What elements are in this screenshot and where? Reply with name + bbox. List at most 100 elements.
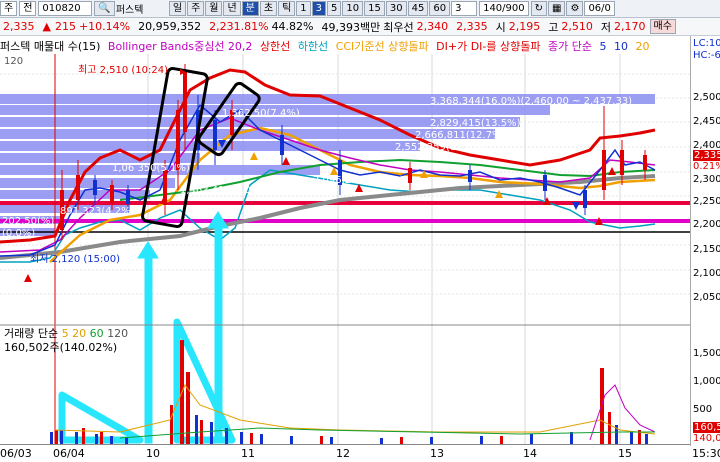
toolbar: 주 전 010820 🔍 퍼스텍 일 주 월 년 분 초 틱 1 3 5 10 … xyxy=(0,0,720,18)
time-axis: 06/03 06/04 10 11 12 13 14 15 15:30 xyxy=(0,444,720,462)
price-current-pct: 0.21% xyxy=(693,161,720,172)
volume-tick: 500 xyxy=(693,404,713,415)
price-tick: 2,500 xyxy=(693,92,720,103)
time-label: 15 xyxy=(618,447,632,460)
best-ask-label: 최우선 xyxy=(383,20,414,34)
profile-label-11: 202,50(%) xyxy=(2,216,54,227)
volume-badge: 160,50 xyxy=(693,422,720,433)
price-tick: 2,100 xyxy=(693,268,720,279)
period-tick[interactable]: 틱 xyxy=(278,1,296,16)
legend-item[interactable]: CCI기준선 상향돌파 xyxy=(336,40,429,52)
low-label: 저 xyxy=(600,20,611,34)
interval-10[interactable]: 10 xyxy=(342,1,364,16)
profile-label-9: 891,323(4.2%) xyxy=(60,206,135,217)
legend-item[interactable]: 종가 단순 xyxy=(548,40,592,52)
profile-label-10: (0.0%) xyxy=(2,228,35,239)
indicator-legend: 퍼스텍 매물대 수(15) Bollinger Bands중심선 20,2 상한… xyxy=(0,38,690,52)
time-label: 11 xyxy=(241,447,255,460)
period-second[interactable]: 초 xyxy=(259,1,278,16)
interval-3[interactable]: 3 xyxy=(311,1,327,16)
market2-select[interactable]: 전 xyxy=(19,1,37,16)
volume: 20,959,352 xyxy=(138,20,202,33)
low-value: 2,170 xyxy=(614,20,646,33)
period-week[interactable]: 주 xyxy=(187,1,205,16)
axis-lc: LC:10, xyxy=(693,38,720,49)
y-top-label: 120 xyxy=(4,56,23,67)
search-icon[interactable]: 🔍 xyxy=(94,1,115,16)
profile-label-1: 3,368,344(16.0%)(2,460.00 ~ 2,437.33) xyxy=(430,96,632,107)
legend-item[interactable]: 5 xyxy=(599,40,606,52)
profile-label-4: 2,552,359(12.1%) xyxy=(395,142,486,153)
period-day[interactable]: 일 xyxy=(168,1,187,16)
trade-amount: 49,393백만 xyxy=(321,20,381,34)
price-tick: 2,300 xyxy=(693,174,720,185)
volume-subtitle: 160,502주(140.02%) xyxy=(4,341,117,354)
price-tick: 2,150 xyxy=(693,244,720,255)
volume-price-ratio: 2,231.81% xyxy=(209,20,269,33)
open-value: 2,195 xyxy=(508,20,541,33)
stock-name: 퍼스텍 xyxy=(115,5,144,16)
period-year[interactable]: 년 xyxy=(223,1,241,16)
time-label: 06/04 xyxy=(53,447,85,460)
axis-hc: HC:-6, xyxy=(693,50,720,61)
profile-label-3: 2,666,811(12.7%) xyxy=(415,130,506,141)
high-value: 2,510 xyxy=(561,20,593,33)
price-tick: 2,050 xyxy=(693,292,720,303)
price-tick: 2,450 xyxy=(693,116,720,127)
period-month[interactable]: 월 xyxy=(205,1,223,16)
quote-bar: 2,335 ▲ 215 +10.14% 20,959,352 2,231.81%… xyxy=(0,18,720,36)
price-axis: LC:10, HC:-6, 2,500 2,450 2,400 2,335 0.… xyxy=(690,36,720,446)
legend-item[interactable]: 하한선 xyxy=(298,40,328,52)
up-arrow-icon: ▲ xyxy=(42,20,51,33)
volume-tick: 1,000 xyxy=(693,376,720,387)
volume-badge-pct: 140,02 xyxy=(693,433,720,444)
chart-title: 퍼스텍 매물대 수(15) xyxy=(0,40,101,52)
interval-5[interactable]: 5 xyxy=(327,1,342,16)
high-label: 고 xyxy=(548,20,559,34)
time-label: 12 xyxy=(336,447,350,460)
time-label: 13 xyxy=(430,447,444,460)
volume-tick: 1,500 xyxy=(693,348,720,359)
price-chart[interactable]: 최고 2,510 (10:24) 최저 2,120 (15:00) 3,368,… xyxy=(0,36,690,444)
volume-title: 거래량 단순 5 20 60 120 xyxy=(4,327,128,340)
price-tick: 2,250 xyxy=(693,196,720,207)
grid-icon[interactable]: ▦ xyxy=(548,1,566,16)
legend-item[interactable]: DI+가 DI-를 상향돌파 xyxy=(436,40,540,52)
time-label: 06/03 xyxy=(0,447,32,460)
count-input[interactable]: 140/900 xyxy=(479,1,529,16)
interval-30[interactable]: 30 xyxy=(385,1,407,16)
buy-button[interactable]: 매수 xyxy=(649,19,676,34)
low-marker: 최저 2,120 (15:00) xyxy=(30,253,120,265)
time-label: 10 xyxy=(146,447,160,460)
open-label: 시 xyxy=(495,20,506,34)
market-select[interactable]: 주 xyxy=(0,1,18,16)
legend-item[interactable]: 상한선 xyxy=(260,40,290,52)
legend-item[interactable]: 10 xyxy=(614,40,628,52)
legend-item[interactable]: Bollinger Bands중심선 20,2 xyxy=(108,40,253,52)
interval-60[interactable]: 60 xyxy=(429,1,451,16)
change-pct: +10.14% xyxy=(78,20,131,33)
profile-label-7: 1,562,50(7.4%) xyxy=(222,108,300,119)
best-ask: 2,340 xyxy=(416,20,449,33)
settings-icon[interactable]: ⚙ xyxy=(566,1,584,16)
time-label-right: 15:30 xyxy=(692,447,720,460)
date-input[interactable]: 06/0 xyxy=(584,1,615,16)
time-label: 14 xyxy=(523,447,537,460)
profile-label-5: 1,463,418(7.0%) xyxy=(180,185,264,196)
current-price: 2,335 xyxy=(3,20,35,33)
legend-item[interactable]: 20 xyxy=(635,40,649,52)
price-tick: 2,200 xyxy=(693,219,720,230)
stock-code-input[interactable]: 010820 xyxy=(38,1,93,16)
profile-label-6: 2,096,201(10.0%) xyxy=(313,175,404,186)
interval-1[interactable]: 1 xyxy=(296,1,311,16)
interval-45[interactable]: 45 xyxy=(407,1,429,16)
best-bid: 2,335 xyxy=(456,20,488,33)
profile-label-8: 1,06 350(5.1%) xyxy=(112,163,190,174)
high-marker: 최고 2,510 (10:24) xyxy=(78,64,168,76)
interval-input[interactable]: 3 xyxy=(451,1,478,16)
volume-ratio: 44.82% xyxy=(271,20,314,33)
change-value: 215 xyxy=(54,20,76,33)
refresh-icon[interactable]: ↻ xyxy=(530,1,548,16)
interval-15[interactable]: 15 xyxy=(364,1,385,16)
period-minute[interactable]: 분 xyxy=(241,1,259,16)
